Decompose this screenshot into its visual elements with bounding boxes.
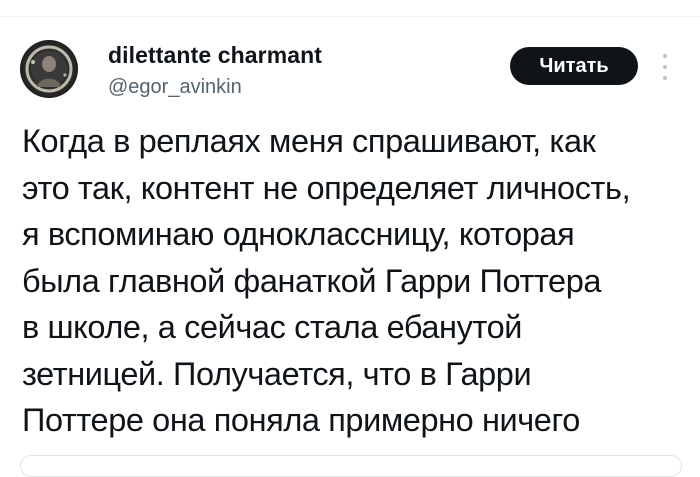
tweet-text-line: была главной фанаткой Гарри Поттера: [22, 262, 602, 299]
tweet-text-line: Когда в реплаях меня спрашивают, как: [22, 123, 596, 159]
tweet-text: Когда в реплаях меня спрашивают, как это…: [22, 118, 682, 444]
avatar-image: [25, 45, 73, 93]
tweet-card: dilettante charmant @egor_avinkin Читать…: [0, 0, 700, 477]
author-display-name[interactable]: dilettante charmant: [108, 42, 322, 69]
more-vertical-icon[interactable]: [658, 51, 672, 83]
tweet-text-line: зетницей. Получается, что в Гарри: [22, 355, 532, 392]
avatar[interactable]: [20, 40, 78, 98]
tweet-text-line: Поттере она поняла примерно ничего: [22, 402, 580, 438]
tweet-text-line: это так, контент не определяет личность,: [22, 169, 631, 206]
follow-button[interactable]: Читать: [510, 47, 638, 85]
tweet-text-line: в школе, а сейчас стала ебанутой: [22, 309, 522, 345]
author-handle[interactable]: @egor_avinkin: [108, 76, 242, 99]
divider: [0, 16, 700, 17]
media-card-edge: [20, 455, 682, 477]
tweet-text-line: я вспоминаю одноклассницу, которая: [22, 216, 575, 252]
